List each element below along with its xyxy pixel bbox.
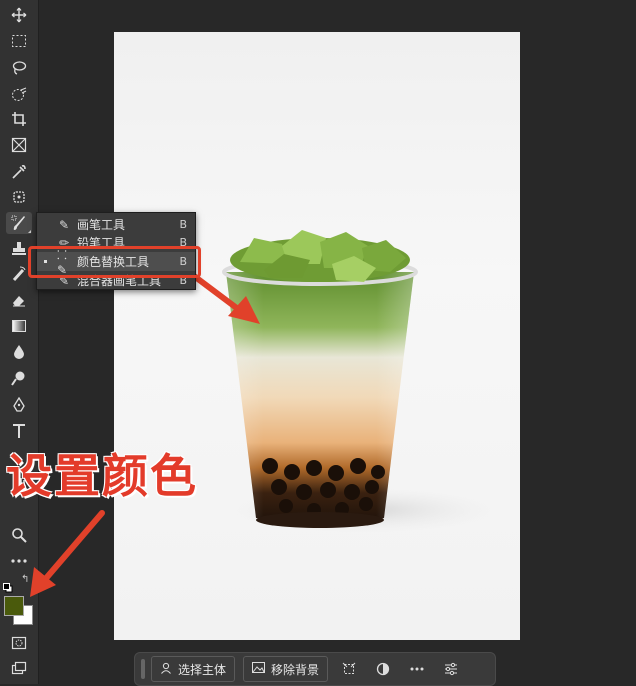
bubble-tea-photo bbox=[222, 230, 494, 532]
crop-tool-icon[interactable] bbox=[6, 108, 32, 130]
object-selection-tool-icon[interactable] bbox=[6, 84, 32, 106]
annotation-arrow-to-swatch bbox=[30, 510, 105, 597]
shortcut-label: B bbox=[179, 218, 187, 231]
transform-icon[interactable] bbox=[336, 657, 362, 681]
dodge-tool-icon[interactable] bbox=[6, 367, 32, 389]
lasso-tool-icon[interactable] bbox=[6, 57, 32, 79]
annotation-label: 设置颜色 bbox=[6, 449, 198, 503]
eyedropper-tool-icon[interactable] bbox=[6, 161, 32, 183]
frame-tool-icon[interactable] bbox=[6, 134, 32, 156]
pen-tool-icon[interactable] bbox=[6, 394, 32, 416]
document-canvas[interactable] bbox=[114, 32, 520, 640]
gradient-tool-icon[interactable] bbox=[6, 315, 32, 337]
person-icon bbox=[160, 662, 172, 677]
highlight-box bbox=[28, 246, 201, 278]
quick-mask-icon[interactable] bbox=[6, 632, 32, 654]
adjustment-layer-icon[interactable] bbox=[370, 657, 396, 681]
remove-background-button[interactable]: 移除背景 bbox=[243, 656, 329, 682]
flyout-item-label: 画笔工具 bbox=[77, 218, 126, 232]
screen-mode-icon[interactable] bbox=[6, 657, 32, 679]
default-colors-icon[interactable] bbox=[3, 578, 13, 593]
brush-icon: ✎ bbox=[58, 217, 70, 232]
spot-healing-tool-icon[interactable] bbox=[6, 186, 32, 208]
brush-tool-icon[interactable] bbox=[6, 212, 32, 234]
more-options-icon[interactable] bbox=[404, 657, 430, 681]
eraser-tool-icon[interactable] bbox=[6, 289, 32, 311]
select-subject-button[interactable]: 选择主体 bbox=[151, 656, 236, 682]
settings-sliders-icon[interactable] bbox=[438, 657, 464, 681]
marquee-tool-icon[interactable] bbox=[6, 30, 32, 52]
drag-handle[interactable] bbox=[141, 659, 145, 679]
contextual-task-bar: 选择主体 移除背景 bbox=[134, 652, 496, 686]
blur-tool-icon[interactable] bbox=[6, 341, 32, 363]
flyout-item-brush[interactable]: ✎ 画笔工具 B bbox=[37, 215, 195, 234]
type-tool-icon[interactable] bbox=[6, 420, 32, 442]
remove-background-label: 移除背景 bbox=[271, 662, 320, 677]
image-icon bbox=[252, 662, 266, 676]
select-subject-label: 选择主体 bbox=[178, 662, 227, 677]
move-tool-icon[interactable] bbox=[6, 4, 32, 26]
